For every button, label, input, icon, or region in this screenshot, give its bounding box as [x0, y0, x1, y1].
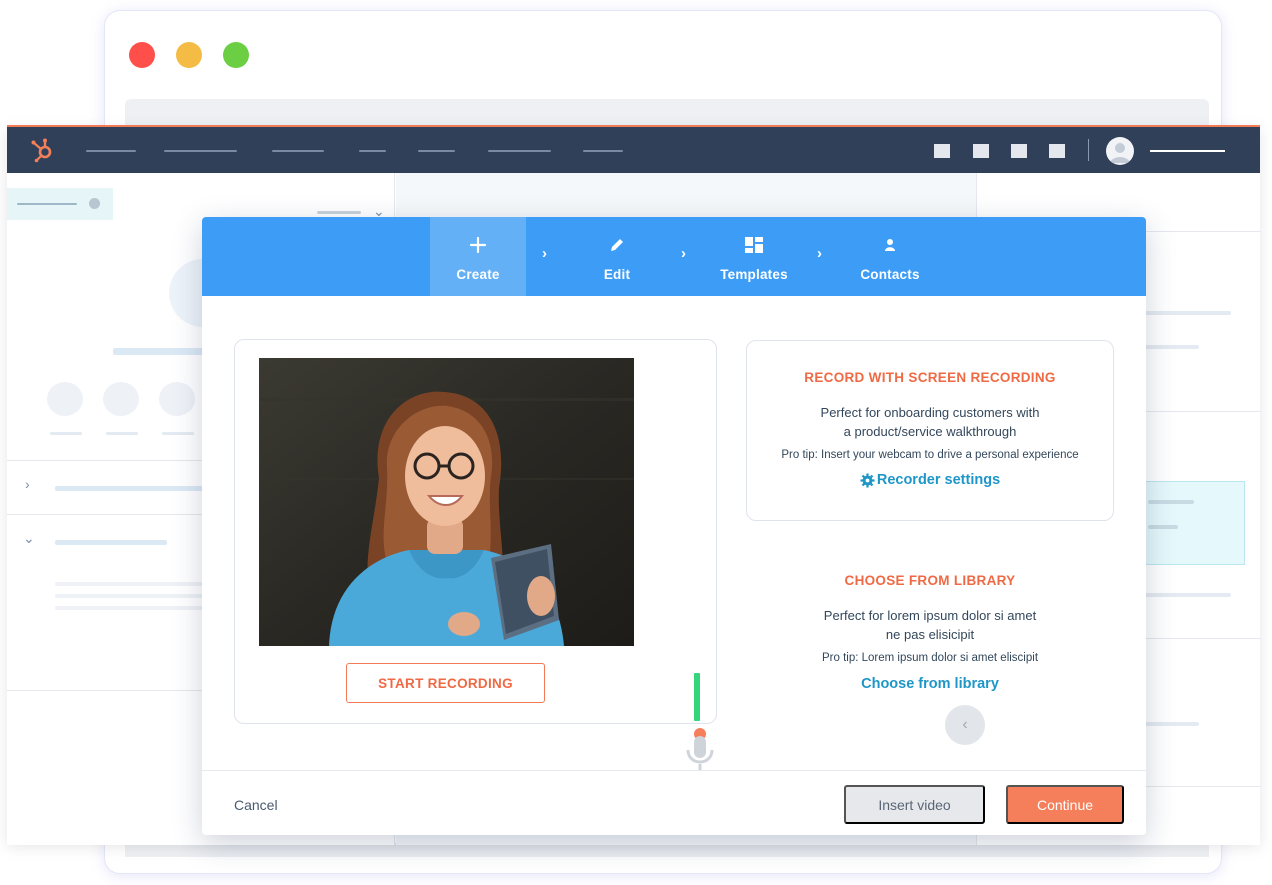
nav-utility-icon[interactable] — [1011, 144, 1027, 158]
text-line-placeholder — [1137, 311, 1231, 315]
label-placeholder — [50, 432, 82, 435]
avatar[interactable] — [1106, 137, 1134, 165]
sidebar-tab-placeholder[interactable] — [7, 188, 113, 220]
nav-item-placeholder[interactable] — [359, 150, 386, 152]
action-circle-placeholder[interactable] — [159, 382, 195, 416]
screen-recording-desc-2: a product/service walkthrough — [843, 424, 1017, 439]
screen-recording-tip: Pro tip: Insert your webcam to drive a p… — [781, 449, 1079, 461]
modal-footer: Cancel Insert video Continue — [202, 770, 1146, 835]
step-navigation: Create › Edit › Templates › Contacts — [202, 217, 1146, 296]
chevron-left-icon: ‹ — [962, 716, 968, 733]
chevron-right-icon: › — [817, 245, 822, 262]
gear-icon — [860, 472, 875, 488]
tab-edit-label: Edit — [603, 267, 631, 282]
chevron-down-icon[interactable]: ⌄ — [23, 530, 35, 547]
pencil-icon — [572, 235, 662, 255]
library-option[interactable]: CHOOSE FROM LIBRARY Perfect for lorem ip… — [746, 547, 1114, 707]
text-line-placeholder — [1137, 345, 1199, 349]
video-create-modal: Create › Edit › Templates › Contacts STA… — [202, 217, 1146, 835]
close-window-dot[interactable] — [129, 42, 155, 68]
recorder-settings-label: Recorder settings — [876, 472, 1001, 488]
nav-divider — [1088, 139, 1089, 161]
library-desc-2: ne pas elisicipit — [885, 627, 975, 642]
dropdown-placeholder[interactable] — [317, 211, 361, 214]
tab-templates-label: Templates — [720, 267, 788, 282]
account-name-placeholder[interactable] — [1150, 150, 1225, 152]
screen-recording-title: RECORD WITH SCREEN RECORDING — [804, 370, 1056, 385]
nav-utility-icon[interactable] — [1049, 144, 1065, 158]
cancel-button[interactable]: Cancel — [234, 797, 278, 813]
insert-video-button[interactable]: Insert video — [844, 785, 985, 824]
text-line-placeholder — [1137, 722, 1199, 726]
top-navigation-bar — [7, 127, 1260, 173]
screen-recording-desc-1: Perfect for onboarding customers with — [820, 405, 1040, 420]
text-line-placeholder — [55, 582, 205, 586]
library-tip: Pro tip: Lorem ipsum dolor si amet elisc… — [821, 652, 1039, 664]
text-line-placeholder — [1137, 593, 1231, 597]
webcam-panel: START RECORDING — [234, 339, 717, 774]
webcam-preview — [259, 358, 634, 646]
microphone-icon[interactable] — [685, 728, 715, 776]
action-circle-placeholder[interactable] — [103, 382, 139, 416]
tab-contacts-label: Contacts — [860, 267, 920, 282]
action-circle-placeholder[interactable] — [47, 382, 83, 416]
highlight-card-placeholder[interactable] — [1137, 481, 1245, 565]
hubspot-logo-icon[interactable] — [29, 137, 55, 163]
nav-item-placeholder[interactable] — [418, 150, 455, 152]
text-line-placeholder — [55, 606, 205, 610]
templates-icon — [709, 235, 799, 255]
audio-level-meter — [694, 673, 700, 721]
library-title: CHOOSE FROM LIBRARY — [844, 573, 1016, 588]
nav-item-placeholder[interactable] — [583, 150, 623, 152]
carousel-prev-button[interactable]: ‹ — [945, 705, 985, 745]
tab-contacts[interactable]: Contacts — [845, 217, 935, 296]
tab-templates[interactable]: Templates — [709, 217, 799, 296]
nav-item-placeholder[interactable] — [86, 150, 136, 152]
contact-icon — [845, 235, 935, 255]
chevron-right-icon: › — [542, 245, 547, 262]
webcam-person-image — [259, 358, 634, 646]
chevron-right-icon: › — [681, 245, 686, 262]
label-placeholder — [162, 432, 194, 435]
nav-utility-icon[interactable] — [973, 144, 989, 158]
section-title-placeholder[interactable] — [55, 486, 205, 491]
choose-from-library-link[interactable]: Choose from library — [861, 676, 999, 692]
plus-icon — [430, 235, 526, 255]
screen-recording-option[interactable]: RECORD WITH SCREEN RECORDING Perfect for… — [746, 340, 1114, 521]
tab-create[interactable]: Create — [430, 217, 526, 296]
tab-create-label: Create — [456, 267, 500, 282]
nav-item-placeholder[interactable] — [488, 150, 551, 152]
minimize-window-dot[interactable] — [176, 42, 202, 68]
tab-edit[interactable]: Edit — [572, 217, 662, 296]
nav-item-placeholder[interactable] — [164, 150, 237, 152]
library-desc-1: Perfect for lorem ipsum dolor si amet — [823, 608, 1037, 623]
user-avatar-icon — [1110, 143, 1130, 163]
nav-item-placeholder[interactable] — [272, 150, 324, 152]
section-title-placeholder[interactable] — [55, 540, 167, 545]
recorder-settings-link[interactable]: Recorder settings — [860, 472, 1000, 488]
name-placeholder — [113, 348, 207, 355]
continue-button[interactable]: Continue — [1006, 785, 1124, 824]
chevron-right-icon[interactable]: › — [25, 476, 30, 492]
nav-utility-icon[interactable] — [934, 144, 950, 158]
label-placeholder — [106, 432, 138, 435]
text-line-placeholder — [55, 594, 205, 598]
maximize-window-dot[interactable] — [223, 42, 249, 68]
start-recording-button[interactable]: START RECORDING — [346, 663, 545, 703]
